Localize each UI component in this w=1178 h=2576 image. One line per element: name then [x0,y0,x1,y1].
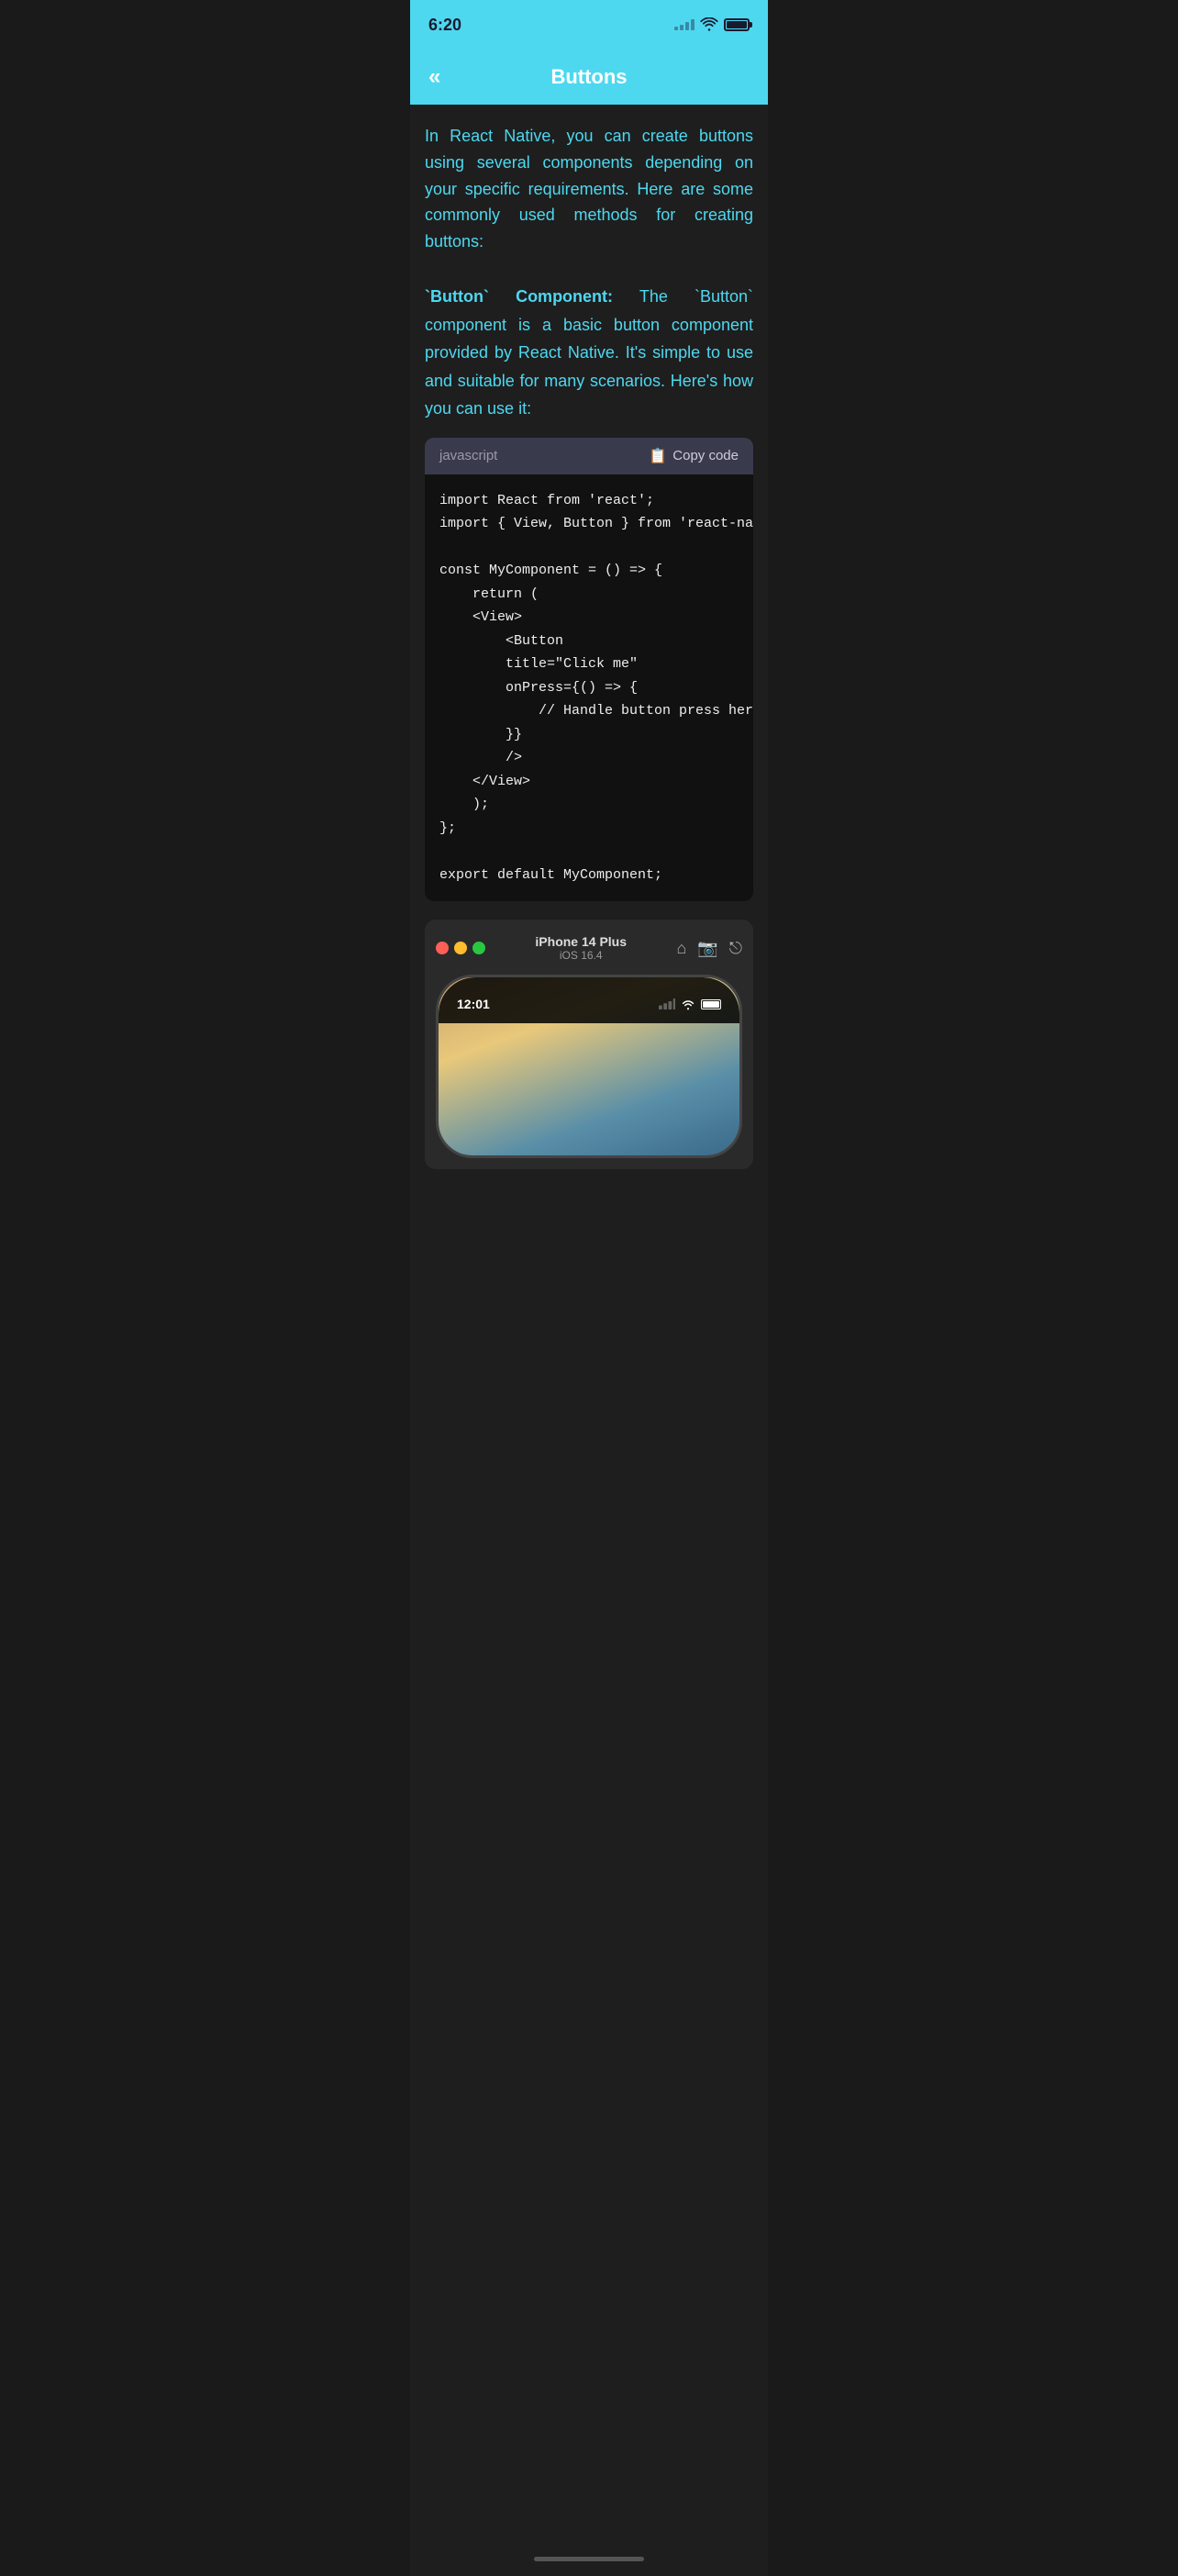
close-window-button[interactable] [436,942,449,954]
iphone-time: 12:01 [457,997,490,1011]
back-button[interactable]: « [428,64,440,90]
main-content: In React Native, you can create buttons … [410,105,768,2549]
signal-dot-1 [674,27,678,30]
minimize-window-button[interactable] [454,942,467,954]
simulator-preview: iPhone 14 Plus iOS 16.4 ⌂ 📷 ⎋ 12:01 [425,920,753,1169]
simulator-header: iPhone 14 Plus iOS 16.4 ⌂ 📷 ⎋ [436,931,742,965]
os-version: iOS 16.4 [485,949,676,962]
intro-paragraph: In React Native, you can create buttons … [425,123,753,255]
status-icons [674,17,750,32]
scroll-indicator [410,2549,768,2576]
nav-bar: « Buttons [410,50,768,105]
maximize-window-button[interactable] [472,942,485,954]
copy-code-button[interactable]: 📋 Copy code [649,447,739,465]
wifi-icon [700,17,718,32]
iphone-status-bar: 12:01 [439,977,739,1023]
iphone-wifi-icon [680,998,696,1010]
rotate-icon[interactable]: ⎋ [729,939,742,958]
status-bar: 6:20 [410,0,768,50]
simulator-controls: ⌂ 📷 ⎋ [676,939,742,958]
signal-icon [674,19,695,30]
battery-fill [727,21,747,28]
copy-label: Copy code [672,448,739,463]
simulator-title: iPhone 14 Plus iOS 16.4 [485,934,676,962]
scroll-bar [534,2557,644,2561]
code-language-label: javascript [439,448,497,463]
iphone-signal-icon [659,998,675,1009]
iphone-status-icons [659,998,721,1010]
iphone-battery-icon [701,999,721,1009]
window-controls [436,942,485,954]
battery-icon [724,18,750,31]
device-name: iPhone 14 Plus [485,934,676,949]
section-heading: `Button` Component: The `Button` compone… [425,283,753,423]
code-body: import React from 'react'; import { View… [425,474,753,902]
camera-icon[interactable]: 📷 [697,939,717,958]
status-time: 6:20 [428,16,461,35]
iphone-battery-fill [703,1001,719,1008]
code-header: javascript 📋 Copy code [425,438,753,474]
iphone-mockup: 12:01 [436,975,742,1158]
home-icon[interactable]: ⌂ [676,939,686,958]
section-keyword: `Button` Component: [425,287,613,306]
signal-dot-2 [680,25,683,30]
clipboard-icon: 📋 [649,447,667,465]
code-block: javascript 📋 Copy code import React from… [425,438,753,902]
page-title: Buttons [550,65,627,89]
code-text: import React from 'react'; import { View… [439,489,739,887]
section-description: The `Button` component is a basic button… [425,287,753,418]
signal-dot-4 [691,19,695,30]
signal-dot-3 [685,22,689,30]
